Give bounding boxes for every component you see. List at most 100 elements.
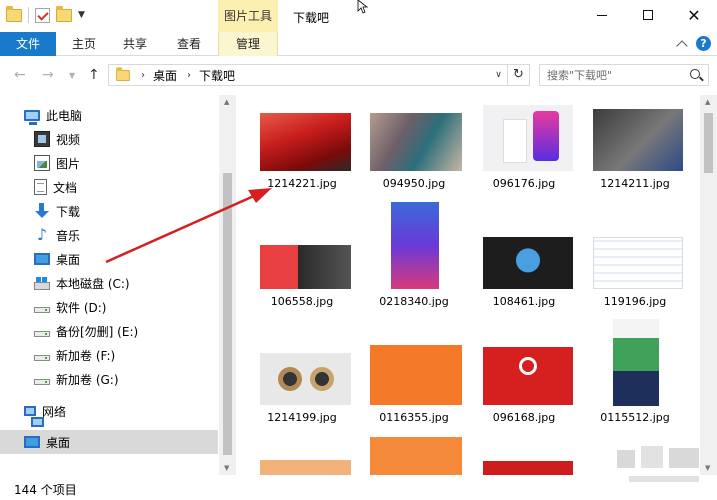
music-folder-icon: ♪ [36, 225, 48, 244]
camera-module-image [310, 367, 334, 391]
box-image [503, 119, 527, 163]
watermark-logo [617, 446, 699, 482]
content-scroll-thumb[interactable] [704, 113, 713, 173]
drive-icon [34, 355, 50, 361]
file-thumbnail [391, 202, 439, 289]
file-name: 096176.jpg [492, 177, 556, 190]
picture-folder-icon [34, 155, 50, 171]
file-name: 119196.jpg [603, 295, 667, 308]
sidebar-item-downloads[interactable]: 下载 [0, 199, 218, 223]
address-dropdown-icon[interactable]: ∨ [492, 69, 505, 82]
tab-manage[interactable]: 管理 [218, 32, 278, 56]
sidebar-scrollbar[interactable]: ▲ ▼ [219, 95, 236, 475]
collapse-ribbon-icon[interactable] [676, 40, 688, 52]
properties-icon[interactable] [35, 7, 50, 23]
search-input[interactable] [540, 65, 680, 85]
sidebar-item-this-pc[interactable]: 此电脑 [0, 103, 218, 127]
tab-file[interactable]: 文件 [0, 32, 56, 56]
scroll-down-icon[interactable]: ▼ [224, 464, 229, 472]
sidebar-item-drive-g[interactable]: 新加卷 (G:) [0, 367, 218, 391]
file-name: 096168.jpg [492, 411, 556, 424]
drive-icon [34, 331, 50, 337]
mouse-cursor-icon [357, 0, 369, 14]
sidebar-item-desktop[interactable]: 桌面 [0, 430, 218, 454]
maximize-icon [643, 10, 653, 20]
sidebar-item-label: 网络 [42, 404, 67, 419]
sidebar-item-drive-c[interactable]: 本地磁盘 (C:) [0, 271, 218, 295]
desktop-icon [24, 436, 40, 448]
sidebar-item-label: 本地磁盘 (C:) [56, 276, 130, 291]
sidebar-item-desktop-folder[interactable]: 桌面 [0, 247, 218, 271]
recent-locations-icon[interactable]: ▼ [69, 71, 75, 80]
breadcrumb-current[interactable]: 下载吧 [199, 67, 235, 84]
help-icon[interactable]: ? [696, 36, 711, 51]
back-arrow-icon[interactable]: ← [14, 67, 26, 83]
file-thumbnail[interactable] [483, 461, 573, 475]
camera-module-image [278, 367, 302, 391]
document-folder-icon [34, 179, 47, 195]
ribbon-tabs: 文件 主页 共享 查看 管理 ? [0, 32, 717, 56]
download-folder-icon [34, 203, 50, 219]
sidebar-item-drive-d[interactable]: 软件 (D:) [0, 295, 218, 319]
sidebar-scroll-thumb[interactable] [223, 173, 232, 455]
close-icon: ✕ [687, 5, 701, 25]
scroll-up-icon[interactable]: ▲ [224, 98, 229, 106]
system-drive-icon [34, 276, 50, 290]
sidebar-item-drive-f[interactable]: 新加卷 (F:) [0, 343, 218, 367]
chevron-right-icon[interactable]: › [187, 70, 191, 81]
drive-icon [34, 307, 50, 313]
file-thumbnail[interactable] [370, 437, 462, 475]
up-arrow-icon[interactable]: ↑ [88, 67, 100, 83]
search-icon[interactable] [690, 69, 700, 79]
file-name: 094950.jpg [382, 177, 446, 190]
file-thumbnail[interactable] [260, 460, 351, 475]
computer-icon [24, 110, 40, 125]
sidebar-item-label: 图片 [56, 156, 81, 171]
sidebar-item-pictures[interactable]: 图片 [0, 151, 218, 175]
file-thumbnail [260, 353, 351, 405]
file-thumbnail [260, 113, 351, 171]
sidebar-item-label: 桌面 [46, 435, 71, 450]
close-button[interactable]: ✕ [671, 0, 717, 30]
file-name: 1214199.jpg [267, 411, 337, 424]
sidebar-item-label: 音乐 [56, 228, 81, 243]
sidebar-item-music[interactable]: ♪ 音乐 [0, 223, 218, 247]
file-name: 106558.jpg [270, 295, 334, 308]
file-name: 0218340.jpg [379, 295, 449, 308]
maximize-button[interactable] [625, 0, 671, 30]
desktop-folder-icon [34, 253, 50, 265]
sidebar-item-network[interactable]: 网络 [0, 399, 218, 427]
file-name: 1214211.jpg [600, 177, 670, 190]
sidebar-item-label: 文档 [53, 180, 78, 195]
sidebar-item-documents[interactable]: 文档 [0, 175, 218, 199]
refresh-icon[interactable]: ↻ [507, 65, 529, 85]
navigation-pane: 此电脑 视频 图片 文档 下载 ♪ 音乐 桌面 本地磁盘 (C:) 软件 (D:… [0, 95, 236, 475]
new-folder-icon[interactable] [56, 5, 72, 22]
tab-share[interactable]: 共享 [113, 32, 157, 56]
sidebar-item-label: 视频 [56, 132, 81, 147]
sidebar-item-label: 桌面 [56, 252, 81, 267]
file-thumbnail [483, 347, 573, 405]
breadcrumb-desktop[interactable]: 桌面 [153, 67, 177, 84]
minimize-button[interactable] [579, 0, 625, 30]
forward-arrow-icon[interactable]: → [42, 67, 54, 83]
file-name: 0116355.jpg [379, 411, 449, 424]
chevron-right-icon[interactable]: › [141, 70, 145, 81]
tab-view[interactable]: 查看 [167, 32, 211, 56]
content-scrollbar[interactable]: ▲ ▼ [700, 95, 717, 475]
folder-icon[interactable] [6, 5, 22, 22]
scroll-up-icon[interactable]: ▲ [705, 98, 710, 106]
file-name: 1214221.jpg [267, 177, 337, 190]
search-box[interactable] [539, 64, 709, 86]
window-title: 下载吧 [293, 11, 330, 25]
phone-image [533, 111, 559, 161]
sidebar-item-videos[interactable]: 视频 [0, 127, 218, 151]
quick-access-toolbar: ▼ [6, 5, 85, 23]
tab-home[interactable]: 主页 [62, 32, 106, 56]
minimize-icon [597, 14, 607, 16]
sidebar-item-drive-e[interactable]: 备份[勿删] (E:) [0, 319, 218, 343]
window-controls: ✕ [579, 0, 717, 30]
network-icon [24, 406, 44, 427]
address-bar[interactable]: › 桌面 › 下载吧 ∨ ↻ [108, 64, 530, 86]
chevron-down-icon[interactable]: ▼ [78, 10, 85, 20]
